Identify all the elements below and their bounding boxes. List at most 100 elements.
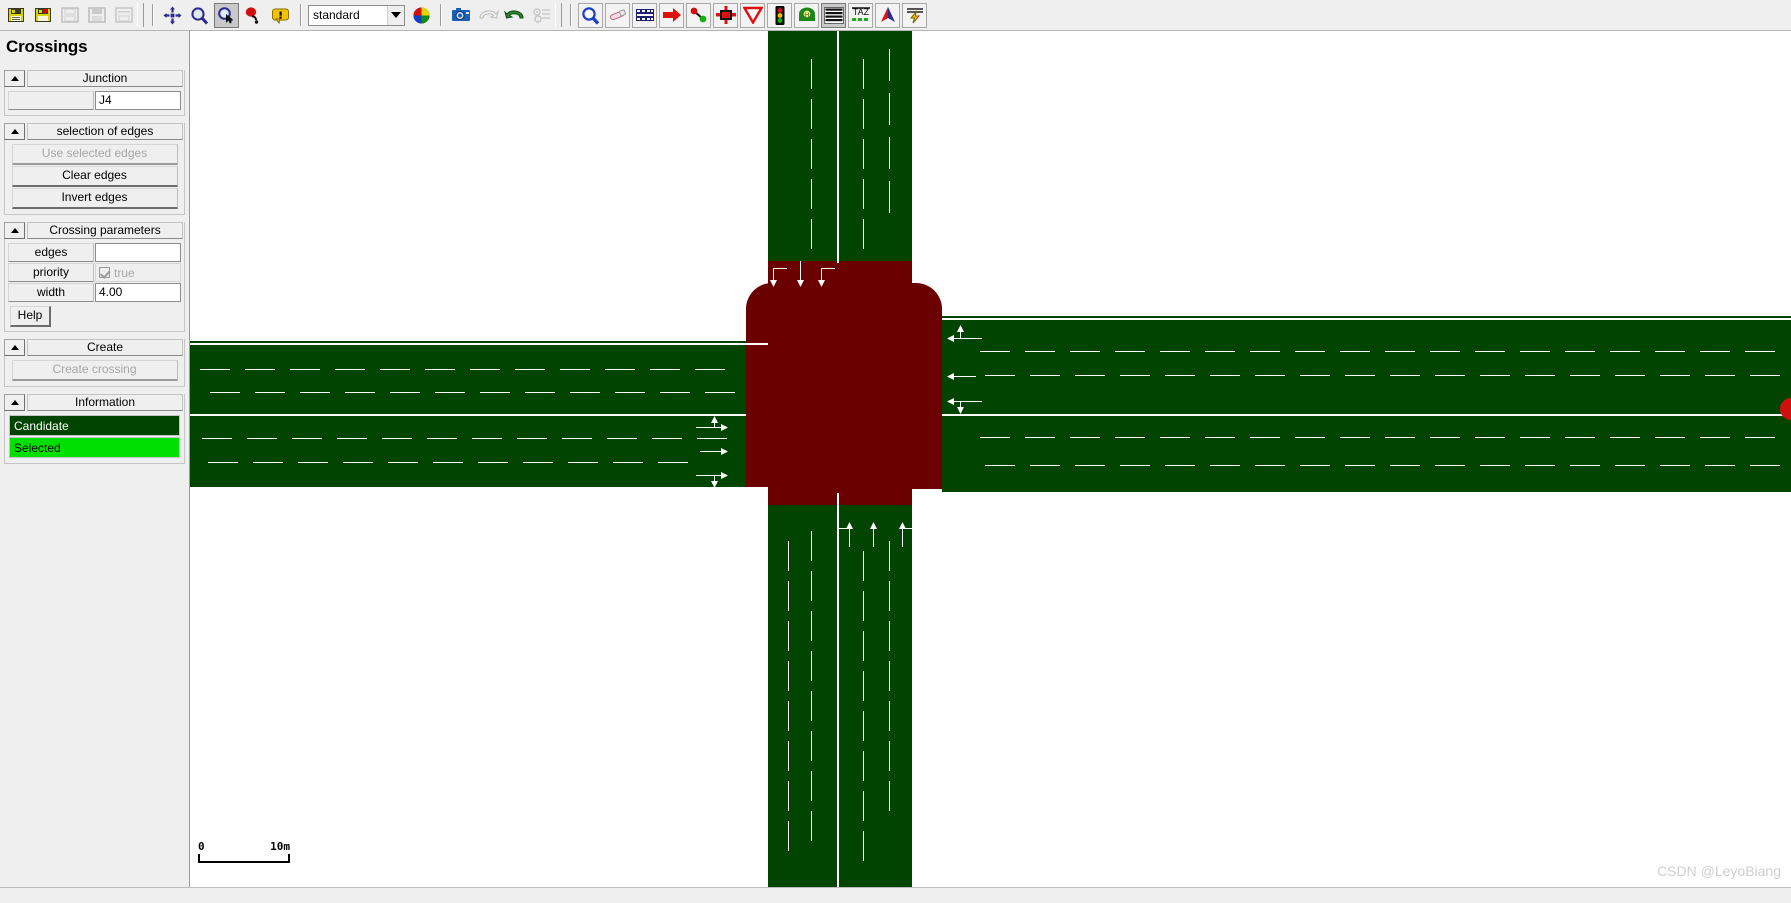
width-input[interactable]: 4.00: [95, 283, 181, 302]
lane-dash: [1700, 351, 1730, 352]
group-crossing-parameters-header[interactable]: Crossing parameters: [4, 222, 183, 239]
lane-dash: [889, 781, 890, 811]
toolbar-separator-4: [570, 4, 572, 26]
prohibition-icon[interactable]: [713, 2, 738, 28]
save-network-icon[interactable]: [3, 3, 28, 28]
lane-dash: [863, 139, 864, 169]
move-mode-icon[interactable]: [160, 3, 185, 28]
lane-dash: [1030, 465, 1060, 466]
lane-dash: [863, 791, 864, 821]
chevron-down-icon[interactable]: [387, 5, 404, 25]
caret-up-icon[interactable]: [4, 222, 25, 239]
lane-dash: [1295, 351, 1325, 352]
lane-dash: [1750, 375, 1780, 376]
lane-dash: [660, 392, 690, 393]
junction-id-value[interactable]: J4: [95, 91, 181, 110]
color-wheel-icon[interactable]: [409, 3, 434, 28]
lane-dash: [863, 551, 864, 581]
lane-dash: [811, 99, 812, 129]
delete-icon[interactable]: [605, 2, 630, 28]
lane-dash: [1745, 351, 1775, 352]
scale-bar: 0 10m: [198, 840, 290, 863]
crossing-icon[interactable]: [821, 2, 846, 28]
group-selection-header[interactable]: selection of edges: [4, 123, 183, 140]
lane-dash: [1210, 465, 1240, 466]
watermark: CSDN @LeyoBiang: [1657, 863, 1781, 879]
lane-dash: [811, 611, 812, 641]
lane-dash: [863, 751, 864, 781]
road-south[interactable]: [768, 493, 912, 887]
shape-icon[interactable]: [875, 2, 900, 28]
compute-junctions-icon: [529, 3, 554, 28]
group-selection-of-edges: selection of edges Use selected edges Cl…: [4, 123, 185, 215]
wire-icon[interactable]: [902, 2, 927, 28]
junction-id-label: [8, 91, 94, 110]
priority-checkbox-wrap[interactable]: true: [95, 263, 181, 282]
inspect-icon[interactable]: [578, 2, 603, 28]
camera-icon[interactable]: [448, 3, 473, 28]
clear-edges-button[interactable]: Clear edges: [11, 166, 178, 187]
select-mode-icon[interactable]: [268, 3, 293, 28]
lane-dash: [1340, 351, 1370, 352]
additional-icon[interactable]: H: [794, 2, 819, 28]
lane-dash: [247, 438, 277, 439]
toolbar-separator-1: [152, 4, 154, 26]
coloring-scheme-combo[interactable]: standard: [308, 4, 405, 26]
lane-dash: [253, 462, 283, 463]
lane-dash: [523, 462, 553, 463]
svg-text:H: H: [804, 13, 808, 19]
zoom-icon[interactable]: [187, 3, 212, 28]
taz-icon[interactable]: TAZ: [848, 2, 873, 28]
caret-up-icon[interactable]: [4, 123, 25, 140]
lane-dash: [1075, 465, 1105, 466]
group-junction-header[interactable]: Junction: [4, 70, 183, 87]
lane-dash: [889, 49, 890, 81]
edges-input[interactable]: [95, 243, 181, 262]
lane-dash: [788, 781, 789, 811]
caret-up-icon[interactable]: [4, 394, 25, 411]
save-plain-xml-icon: [57, 3, 82, 28]
lane-dash: [208, 462, 238, 463]
create-edge-icon[interactable]: [659, 2, 684, 28]
connection-icon[interactable]: [686, 2, 711, 28]
lane-edge-line: [837, 31, 839, 263]
use-selected-edges-button: Use selected edges: [11, 144, 178, 165]
lane-dash: [515, 369, 545, 370]
traffic-light-icon[interactable]: [767, 2, 792, 28]
road-east[interactable]: [942, 316, 1791, 494]
caret-up-icon[interactable]: [4, 339, 25, 356]
delete-mode-icon[interactable]: [241, 3, 266, 28]
lane-dash: [1525, 465, 1555, 466]
yield-sign-icon[interactable]: [740, 2, 765, 28]
save-network-as-icon[interactable]: [30, 3, 55, 28]
scale-bar-line: [198, 854, 290, 863]
road-north[interactable]: [768, 31, 912, 263]
lane-dash: [1390, 375, 1420, 376]
help-button[interactable]: Help: [10, 306, 51, 327]
group-create-header[interactable]: Create: [4, 339, 183, 356]
inspect-mode-icon[interactable]: [214, 2, 239, 28]
group-crossing-parameters: Crossing parameters edges priority true …: [4, 222, 185, 332]
lane-dash: [472, 438, 502, 439]
create-crossing-button: Create crossing: [11, 360, 178, 381]
lane-dash: [811, 731, 812, 761]
redo-icon[interactable]: [502, 3, 527, 28]
lane-dash: [605, 369, 635, 370]
lane-dash: [788, 701, 789, 731]
lane-dash: [1070, 351, 1100, 352]
select-icon[interactable]: [632, 2, 657, 28]
lane-dash: [889, 93, 890, 125]
lane-dash: [1655, 351, 1685, 352]
lane-dash: [245, 369, 275, 370]
caret-up-icon[interactable]: [4, 70, 25, 87]
lane-dash: [1165, 465, 1195, 466]
save-additionals-icon: [111, 3, 136, 28]
lane-dash: [1610, 437, 1640, 438]
group-information-header[interactable]: Information: [4, 394, 183, 411]
lane-dash: [788, 581, 789, 611]
checkbox-icon[interactable]: [99, 267, 110, 278]
edges-row: edges: [8, 243, 181, 262]
invert-edges-button[interactable]: Invert edges: [11, 188, 178, 209]
network-canvas[interactable]: 0 10m CSDN @LeyoBiang: [190, 31, 1791, 887]
lane-dash: [695, 369, 725, 370]
